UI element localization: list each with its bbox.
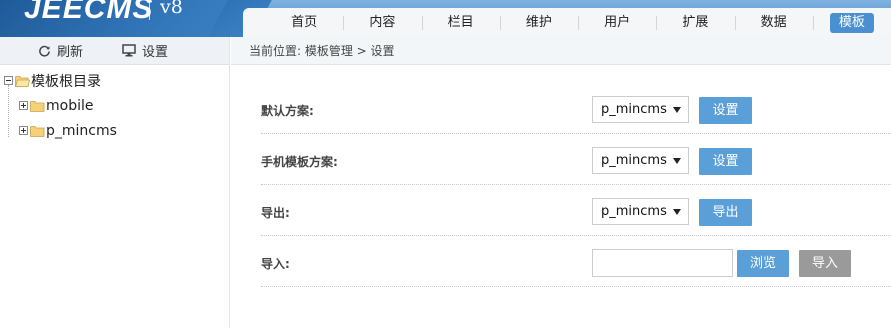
export-scheme-select[interactable]: p_mincms — [592, 198, 689, 225]
caret-down-icon — [673, 107, 681, 113]
select-value: p_mincms — [601, 102, 667, 117]
monitor-icon — [122, 44, 136, 57]
default-scheme-label: 默认方案: — [261, 104, 314, 118]
nav-item-maintenance[interactable]: 维护 — [499, 12, 578, 34]
import-file-input[interactable] — [592, 249, 733, 277]
template-tree: 模板根目录 mobile p_mincms — [0, 65, 229, 143]
expand-icon[interactable] — [19, 101, 28, 110]
nav-item-content[interactable]: 内容 — [343, 12, 421, 34]
nav-item-label: 首页 — [291, 14, 318, 30]
main-nav: 首页 内容 栏目 维护 用户 扩展 数据 模板 — [243, 8, 891, 37]
select-value: p_mincms — [601, 204, 667, 219]
sidebar: 刷新 设置 模板根目录 mobile p_mincms — [0, 37, 230, 328]
nav-item-label: 模板 — [829, 12, 874, 33]
select-value: p_mincms — [601, 153, 667, 168]
mobile-scheme-select[interactable]: p_mincms — [592, 147, 689, 174]
nav-item-label: 栏目 — [447, 14, 474, 30]
top-header: JEECMS v8 首页 内容 栏目 维护 用户 扩展 数据 模板 — [0, 0, 891, 37]
folder-icon — [30, 100, 45, 112]
settings-button[interactable]: 设置 — [122, 37, 168, 65]
folder-icon — [30, 125, 45, 137]
form-row-export: 导出: p_mincms 导出 — [261, 185, 891, 236]
import-button[interactable]: 导入 — [799, 250, 851, 277]
nav-item-templates[interactable]: 模板 — [812, 12, 891, 34]
brand-area: JEECMS v8 — [0, 0, 240, 37]
logo-divider — [149, 2, 150, 20]
nav-item-extensions[interactable]: 扩展 — [656, 12, 734, 34]
form-row-mobile-scheme: 手机模板方案: p_mincms 设置 — [261, 134, 891, 185]
export-button[interactable]: 导出 — [699, 199, 752, 226]
version-label: v8 — [160, 0, 183, 18]
caret-down-icon — [673, 158, 681, 164]
browse-button[interactable]: 浏览 — [737, 250, 789, 277]
refresh-label: 刷新 — [57, 45, 84, 60]
sidebar-toolbar: 刷新 设置 — [0, 37, 229, 65]
main-panel: 当前位置: 模板管理 > 设置 默认方案: p_mincms 设置 手机模板方案… — [231, 37, 891, 328]
nav-item-label: 用户 — [604, 14, 631, 30]
nav-item-data[interactable]: 数据 — [734, 12, 813, 34]
caret-down-icon — [673, 209, 681, 215]
settings-label: 设置 — [142, 45, 169, 60]
set-mobile-scheme-button[interactable]: 设置 — [699, 148, 752, 175]
form-row-import: 导入: 浏览 导入 — [261, 236, 891, 287]
export-label: 导出: — [261, 206, 290, 220]
expand-icon[interactable] — [19, 126, 28, 135]
set-default-scheme-button[interactable]: 设置 — [699, 97, 752, 124]
mobile-scheme-label: 手机模板方案: — [261, 155, 338, 169]
nav-item-home[interactable]: 首页 — [265, 12, 343, 34]
tree-node-mobile[interactable]: mobile — [0, 93, 229, 118]
collapse-icon[interactable] — [4, 76, 13, 85]
tree-node-root[interactable]: 模板根目录 — [0, 68, 229, 93]
nav-item-label: 数据 — [760, 14, 787, 30]
import-label: 导入: — [261, 257, 290, 271]
form-row-default-scheme: 默认方案: p_mincms 设置 — [261, 83, 891, 134]
tree-node-label: p_mincms — [46, 122, 117, 139]
default-scheme-select[interactable]: p_mincms — [592, 96, 689, 123]
nav-item-label: 维护 — [525, 14, 552, 30]
refresh-icon — [38, 44, 51, 57]
folder-open-icon — [14, 75, 31, 87]
nav-item-channel[interactable]: 栏目 — [421, 12, 500, 34]
nav-item-label: 内容 — [369, 14, 396, 30]
tree-node-p-mincms[interactable]: p_mincms — [0, 118, 229, 143]
nav-item-label: 扩展 — [682, 14, 709, 30]
refresh-button[interactable]: 刷新 — [38, 37, 83, 65]
logo: JEECMS — [24, 0, 154, 25]
nav-item-users[interactable]: 用户 — [578, 12, 656, 34]
tree-node-label: mobile — [46, 97, 94, 114]
tree-node-label: 模板根目录 — [31, 73, 101, 90]
breadcrumb: 当前位置: 模板管理 > 设置 — [231, 37, 891, 65]
template-settings-form: 默认方案: p_mincms 设置 手机模板方案: p_mincms 设置 导出… — [261, 83, 891, 287]
